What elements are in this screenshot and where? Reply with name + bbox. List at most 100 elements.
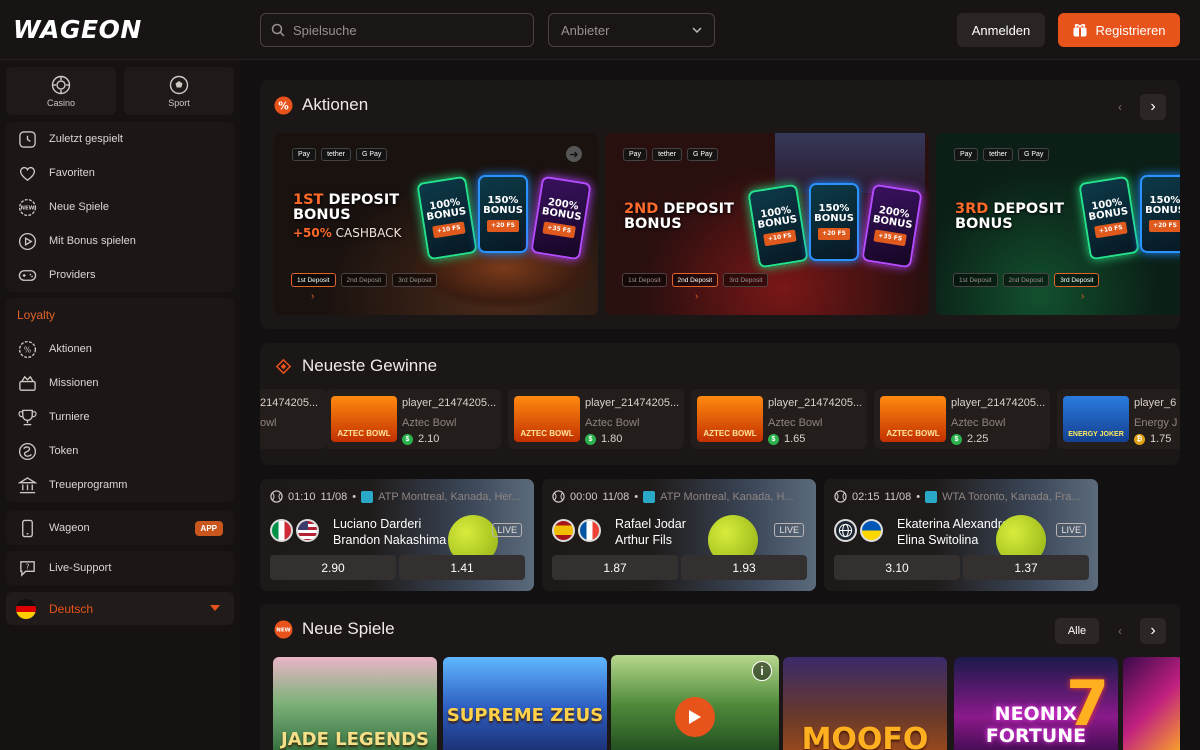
apple-pay-badge: Pay [292, 148, 317, 161]
france-flag-icon [578, 519, 601, 542]
sidebar-item-token[interactable]: Token [6, 434, 234, 468]
register-button[interactable]: Registrieren [1058, 13, 1180, 47]
spain-flag-icon [552, 519, 575, 542]
sidebar-item-new-games[interactable]: NEW Neue Spiele [6, 190, 234, 224]
live-badge: LIVE [1056, 523, 1086, 537]
odd-button[interactable]: 2.90 [270, 555, 396, 580]
view-all-button[interactable]: Alle [1055, 618, 1099, 644]
token-icon [18, 442, 37, 460]
promo-1-cashback: +50% CASHBACK [293, 226, 402, 240]
match-date: 11/08 [602, 490, 630, 503]
sidebar: Casino Sport Zuletzt gespielt Favoriten … [0, 60, 240, 750]
deposit-step: 2nd Deposit [1002, 273, 1050, 287]
win-game: Aztec Bowl [768, 417, 823, 429]
promo-card-1[interactable]: Pay tether G Pay ➜ 1ST DEPOSIT BONUS +50%… [274, 133, 598, 315]
new-games-title: Neue Spiele [302, 619, 395, 638]
odd-button[interactable]: 1.87 [552, 555, 678, 580]
player-1: Luciano Darderi [333, 517, 422, 531]
sidebar-item-missions[interactable]: Missionen [6, 366, 234, 400]
game-tile-supreme-zeus[interactable]: SUPREME ZEUS [443, 657, 607, 750]
win-player: player_6 [1134, 397, 1177, 409]
sidebar-item-favorites[interactable]: Favoriten [6, 156, 234, 190]
new-badge-icon: NEW [274, 619, 293, 639]
game-tile-partial[interactable] [1123, 657, 1180, 750]
match-card[interactable]: 01:10 11/08 • ATP Montreal, Kanada, Her...… [260, 479, 534, 591]
odd-button[interactable]: 3.10 [834, 555, 960, 580]
language-select[interactable]: Deutsch [6, 592, 234, 625]
wageon-logo[interactable]: WAGEON [13, 15, 142, 44]
caret-down-icon [210, 605, 220, 611]
apple-pay-badge: Pay [954, 148, 979, 161]
sidebar-item-promotions[interactable]: % Aktionen [6, 332, 234, 366]
team-flags [270, 519, 319, 542]
bonus-card: 150%BONUS+20 FS [809, 183, 859, 261]
sidebar-item-providers[interactable]: Providers [6, 258, 234, 292]
deposit-step: 2nd Deposit [340, 273, 388, 287]
login-button[interactable]: Anmelden [957, 13, 1045, 47]
chevron-right-icon: › [1081, 291, 1085, 302]
register-button-label: Registrieren [1095, 22, 1166, 38]
match-card[interactable]: 00:00 11/08 • ATP Montreal, Kanada, H... R… [542, 479, 816, 591]
chevron-down-icon [692, 26, 702, 33]
gift-icon [1073, 23, 1087, 37]
game-tile-neonix-fortune[interactable]: NEONIX FORTUNE 7 [954, 657, 1118, 750]
deposit-steps: 1st Deposit 2nd Deposit 3rd Deposit [291, 273, 438, 287]
top-header: WAGEON Anbieter Anmelden Registrieren [0, 0, 1200, 60]
promo-1-heading: 1ST DEPOSIT BONUS [293, 192, 400, 223]
sidebar-item-recent[interactable]: Zuletzt gespielt [6, 122, 234, 156]
odd-button[interactable]: 1.41 [399, 555, 525, 580]
new-games-prev-button[interactable]: ‹ [1107, 618, 1133, 644]
tennis-ball-icon [834, 490, 847, 503]
usa-flag-icon [296, 519, 319, 542]
win-player: player_21474205... [585, 397, 680, 409]
promotions-panel: % Aktionen ‹ › Pay tether G Pay ➜ 1ST DE… [260, 80, 1180, 329]
play-button[interactable] [675, 697, 715, 737]
sidebar-item-tournaments[interactable]: Turniere [6, 400, 234, 434]
aztec-bowl-thumbnail: AZTEC BOWL [331, 396, 397, 442]
tether-badge: tether [983, 148, 1013, 161]
bonus-card: 100% BONUS +10 FS [416, 175, 478, 261]
win-card[interactable]: AZTEC BOWL player_21474205... Aztec Bowl… [874, 389, 1050, 449]
match-card[interactable]: 02:15 11/08 • WTA Toronto, Kanada, Fra... … [824, 479, 1098, 591]
sidebar-item-app[interactable]: Wageon APP [6, 511, 234, 545]
win-amount: $2.25 [951, 433, 988, 445]
search-box[interactable] [260, 13, 534, 47]
win-card[interactable]: AZTEC BOWL player_21474205... Aztec Bowl… [325, 389, 501, 449]
sidebar-item-loyalty-program[interactable]: Treueprogramm [6, 468, 234, 502]
promo-card-2[interactable]: Pay tether G Pay 2ND DEPOSIT BONUS 100% BO… [605, 133, 929, 315]
win-card[interactable]: AZTEC BOWL player_21474205... Aztec Bowl… [691, 389, 867, 449]
sidebar-item-live-support[interactable]: ? Live-Support [6, 551, 234, 585]
odd-button[interactable]: 1.93 [681, 555, 807, 580]
arrow-right-circle-icon[interactable]: ➜ [566, 146, 582, 162]
sidebar-item-bonus-play[interactable]: Mit Bonus spielen [6, 224, 234, 258]
promotions-prev-button[interactable]: ‹ [1107, 94, 1133, 120]
percent-badge-icon: % [274, 95, 293, 115]
win-card[interactable]: AZTEC BOWL player_21474205... Aztec Bowl… [508, 389, 684, 449]
sidebar-item-label: Wageon [49, 522, 90, 534]
deposit-steps: 1st Deposit 2nd Deposit 3rd Deposit [953, 273, 1100, 287]
promo-card-3[interactable]: Pay tether G Pay 3RD DEPOSIT BONUS 100% BO… [936, 133, 1180, 315]
new-games-next-button[interactable]: › [1140, 618, 1166, 644]
win-card-partial[interactable]: ENERGY JOKER player_6 Energy J ₿ 1.75 [1057, 389, 1180, 449]
promotions-next-button[interactable]: › [1140, 94, 1166, 120]
sidebar-loyalty-group: Loyalty % Aktionen Missionen Turniere To… [6, 298, 234, 502]
globe-icon [643, 490, 656, 503]
game-tile-jade-legends[interactable]: JADE LEGENDS [273, 657, 437, 750]
svg-text:%: % [278, 100, 289, 112]
provider-select[interactable]: Anbieter [548, 13, 715, 47]
game-tile-moofo[interactable]: MOOFO [783, 657, 947, 750]
team-flags [552, 519, 601, 542]
win-card-partial[interactable]: 21474205... owl [260, 389, 326, 449]
tab-sport-label: Sport [168, 97, 190, 108]
search-input[interactable] [293, 22, 513, 38]
tab-sport[interactable]: Sport [124, 67, 234, 115]
sidebar-item-label: Providers [49, 269, 96, 281]
win-player: player_21474205... [402, 397, 497, 409]
info-icon[interactable]: i [752, 661, 772, 681]
match-date: 11/08 [884, 490, 912, 503]
provider-select-label: Anbieter [561, 22, 610, 38]
game-tile-hovered[interactable]: i [611, 655, 779, 750]
win-player: 21474205... [260, 397, 319, 409]
odd-button[interactable]: 1.37 [963, 555, 1089, 580]
tab-casino[interactable]: Casino [6, 67, 116, 115]
